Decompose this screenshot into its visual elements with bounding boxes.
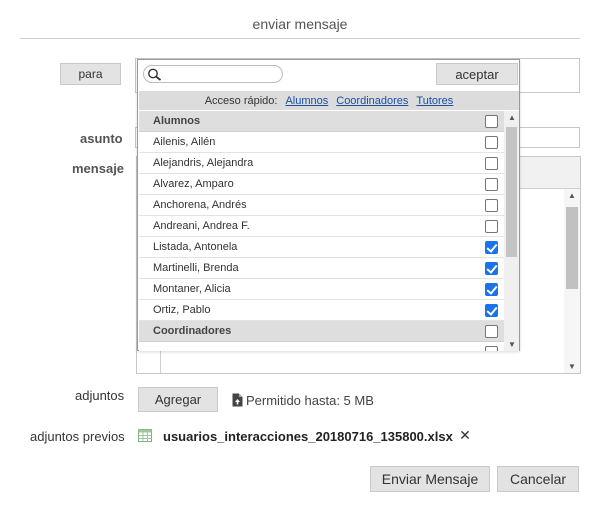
recipient-checkbox[interactable] xyxy=(485,157,498,170)
adjuntos-previos-label: adjuntos previos xyxy=(30,429,125,444)
recipient-search-box[interactable] xyxy=(143,65,283,83)
list-item[interactable]: Ortiz, Pablo xyxy=(139,300,504,321)
list-item[interactable]: Andreani, Andrea F. xyxy=(139,216,504,237)
recipient-name: Andreani, Andrea F. xyxy=(153,220,250,232)
editor-scroll-thumb[interactable] xyxy=(566,207,578,289)
quick-access-bar: Acceso rápido: Alumnos Coordinadores Tut… xyxy=(139,91,519,110)
recipient-name: Martinelli, Brenda xyxy=(153,262,239,274)
cancel-button[interactable]: Cancelar xyxy=(497,466,579,492)
list-item[interactable] xyxy=(139,342,504,351)
agregar-button[interactable]: Agregar xyxy=(138,387,218,412)
recipient-checkbox[interactable] xyxy=(485,304,498,317)
list-item[interactable]: Anchorena, Andrés xyxy=(139,195,504,216)
search-icon xyxy=(148,68,162,81)
mensaje-label: mensaje xyxy=(72,161,125,176)
group-header-coordinadores[interactable]: Coordinadores xyxy=(139,321,504,342)
recipient-name: Alejandris, Alejandra xyxy=(153,157,254,169)
remove-attachment-icon[interactable]: ✕ xyxy=(459,427,471,443)
group-header-alumnos[interactable]: Alumnos xyxy=(139,111,504,132)
dialog-title: enviar mensaje xyxy=(252,16,348,32)
scroll-down-icon[interactable]: ▼ xyxy=(508,340,516,349)
recipient-checkbox[interactable] xyxy=(485,178,498,191)
scroll-up-icon[interactable]: ▲ xyxy=(508,113,516,122)
recipient-name: Montaner, Alicia xyxy=(153,283,231,295)
recipient-name: Ailenis, Ailén xyxy=(153,136,216,148)
group-checkbox[interactable] xyxy=(485,325,498,338)
group-checkbox[interactable] xyxy=(485,115,498,128)
list-item[interactable]: Martinelli, Brenda xyxy=(139,258,504,279)
scroll-up-icon[interactable]: ▲ xyxy=(568,191,576,200)
recipient-name: Listada, Antonela xyxy=(153,241,238,253)
recipient-checkbox[interactable] xyxy=(485,262,498,275)
scroll-down-icon[interactable]: ▼ xyxy=(568,362,576,371)
list-item[interactable]: Listada, Antonela xyxy=(139,237,504,258)
recipient-name: Anchorena, Andrés xyxy=(153,199,247,211)
attachment-limit-text: Permitido hasta: 5 MB xyxy=(246,393,374,408)
aceptar-button[interactable]: aceptar xyxy=(436,63,518,85)
recipient-name: Ortiz, Pablo xyxy=(153,304,211,316)
list-item[interactable]: Montaner, Alicia xyxy=(139,279,504,300)
asunto-label: asunto xyxy=(80,131,123,146)
previous-attachment-filename[interactable]: usuarios_interacciones_20180716_135800.x… xyxy=(163,429,453,444)
quick-access-label: Acceso rápido: xyxy=(204,94,278,107)
quick-link-coordinadores[interactable]: Coordinadores xyxy=(336,95,408,107)
send-message-button[interactable]: Enviar Mensaje xyxy=(370,466,490,492)
recipient-checkbox[interactable] xyxy=(485,283,498,296)
recipient-checkbox[interactable] xyxy=(485,346,498,351)
recipient-checkbox[interactable] xyxy=(485,136,498,149)
recipient-checkbox[interactable] xyxy=(485,220,498,233)
file-upload-icon xyxy=(232,393,243,407)
recipient-checkbox[interactable] xyxy=(485,241,498,254)
recipient-list-scrollbar[interactable]: ▲ ▼ xyxy=(504,111,519,351)
para-button[interactable]: para xyxy=(60,63,121,85)
group-name: Alumnos xyxy=(153,115,201,127)
list-item[interactable]: Alvarez, Amparo xyxy=(139,174,504,195)
adjuntos-label: adjuntos xyxy=(75,388,125,403)
editor-scrollbar[interactable]: ▲ ▼ xyxy=(564,189,580,373)
title-divider xyxy=(20,38,580,39)
recipient-checkbox[interactable] xyxy=(485,199,498,212)
recipient-list: Alumnos Ailenis, Ailén Alejandris, Aleja… xyxy=(139,111,504,351)
list-item[interactable]: Alejandris, Alejandra xyxy=(139,153,504,174)
spreadsheet-icon xyxy=(138,429,152,442)
recipient-scroll-thumb[interactable] xyxy=(506,127,517,257)
recipients-popup: aceptar Acceso rápido: Alumnos Coordinad… xyxy=(137,59,520,351)
quick-link-alumnos[interactable]: Alumnos xyxy=(285,95,328,107)
group-name: Coordinadores xyxy=(153,325,232,337)
recipient-search-input[interactable] xyxy=(166,67,276,81)
recipient-name: Alvarez, Amparo xyxy=(153,178,234,190)
quick-link-tutores[interactable]: Tutores xyxy=(416,95,453,107)
list-item[interactable]: Ailenis, Ailén xyxy=(139,132,504,153)
